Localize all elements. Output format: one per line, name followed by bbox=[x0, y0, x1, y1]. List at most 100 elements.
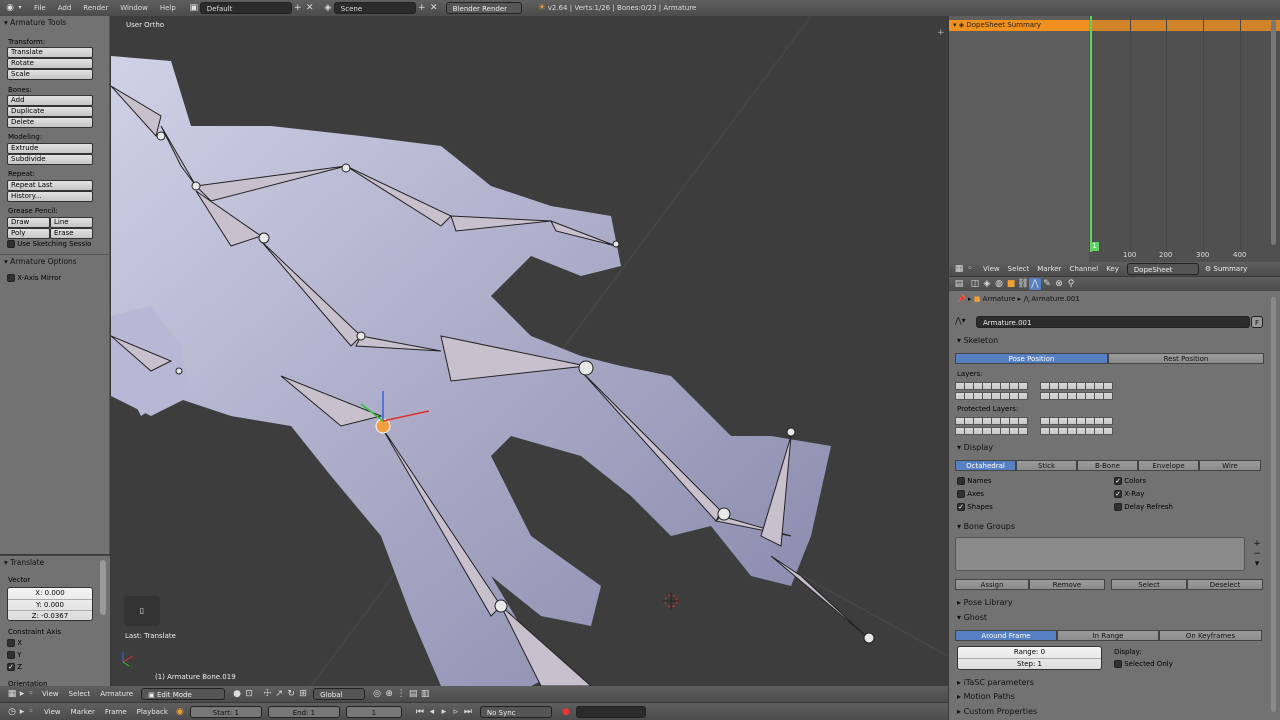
protected-layers-grid[interactable] bbox=[955, 417, 1113, 437]
properties-scrollbar[interactable] bbox=[1271, 297, 1276, 712]
collapse-timeline-icon[interactable]: ▸ bbox=[18, 706, 26, 718]
constraint-x[interactable]: X bbox=[7, 639, 22, 647]
rest-position-button[interactable]: Rest Position bbox=[1108, 353, 1264, 364]
translate-panel-title[interactable]: ▾ Translate bbox=[4, 558, 44, 567]
around-frame-button[interactable]: Around Frame bbox=[955, 630, 1057, 641]
record-icon[interactable]: ● bbox=[560, 706, 572, 718]
summary-channel[interactable]: ▾ ◈ DopeSheet Summary bbox=[949, 20, 1089, 31]
custom-properties-panel-header[interactable]: ▸ Custom Properties bbox=[957, 707, 1037, 716]
render-engine-select[interactable]: Blender Render bbox=[445, 2, 522, 14]
dopesheet-toggle-icon[interactable]: ◦ bbox=[965, 263, 975, 275]
colors-option[interactable]: ✓ Colors bbox=[1114, 477, 1146, 485]
start-frame-field[interactable]: Start: 1 bbox=[189, 705, 262, 718]
repeat-last-button[interactable]: Repeat Last bbox=[7, 180, 93, 191]
stick-button[interactable]: Stick bbox=[1016, 460, 1077, 471]
fake-user-button[interactable]: F bbox=[1251, 316, 1263, 328]
bone-groups-list[interactable] bbox=[955, 537, 1245, 571]
history-button[interactable]: History... bbox=[7, 191, 93, 202]
dopesheet-area[interactable]: ▾ ◈ DopeSheet Summary 1 100 200 300 400 bbox=[949, 16, 1280, 262]
sketching-checkbox[interactable] bbox=[7, 240, 15, 248]
timeline-marker-menu[interactable]: Marker bbox=[71, 708, 95, 716]
sketching-option[interactable]: Use Sketching Sessio bbox=[7, 240, 91, 248]
remove-scene-icon[interactable]: ✕ bbox=[428, 2, 440, 14]
dopesheet-editor-icon[interactable]: ▦ bbox=[953, 263, 965, 275]
extrude-button[interactable]: Extrude bbox=[7, 143, 93, 154]
pose-position-button[interactable]: Pose Position bbox=[955, 353, 1108, 364]
select-menu[interactable]: Select bbox=[69, 690, 91, 698]
rotate-manipulator-icon[interactable]: ↻ bbox=[285, 688, 297, 700]
editor-type-icon[interactable]: ▦ bbox=[6, 688, 18, 700]
constraints-tab-icon[interactable]: ⛓ bbox=[1017, 278, 1029, 290]
itasc-panel-header[interactable]: ▸ iTaSC parameters bbox=[957, 678, 1034, 687]
timeline-view-menu[interactable]: View bbox=[44, 708, 61, 716]
ghost-range-field[interactable]: Range: 0 bbox=[958, 647, 1101, 658]
end-frame-field[interactable]: End: 1 bbox=[267, 705, 340, 718]
add-screen-icon[interactable]: + bbox=[292, 2, 304, 14]
menu-file[interactable]: File bbox=[28, 4, 52, 12]
x-mirror-option[interactable]: X-Axis Mirror bbox=[7, 274, 61, 282]
menu-render[interactable]: Render bbox=[77, 4, 114, 12]
remove-screen-icon[interactable]: ✕ bbox=[304, 2, 316, 14]
ds-key-menu[interactable]: Key bbox=[1106, 265, 1119, 273]
datablock-name-field[interactable]: Armature.001 bbox=[976, 316, 1250, 328]
object-tab-icon[interactable]: ■ bbox=[1005, 278, 1017, 290]
gp-line-button[interactable]: Line bbox=[50, 217, 93, 228]
viewport-canvas[interactable] bbox=[111, 16, 948, 686]
sync-select[interactable]: No Sync bbox=[479, 705, 552, 718]
dopesheet-scrollbar[interactable] bbox=[1271, 20, 1276, 245]
keying-set-field[interactable] bbox=[575, 705, 646, 718]
preview-range-icon[interactable]: ◉ bbox=[174, 706, 186, 718]
bone-layers-grid[interactable] bbox=[955, 382, 1113, 402]
translate-button[interactable]: Translate bbox=[7, 47, 93, 58]
xray-option[interactable]: ✓ X-Ray bbox=[1114, 490, 1144, 498]
bone-tab-icon[interactable]: ✎ bbox=[1041, 278, 1053, 290]
snap-icon[interactable]: ⊕ bbox=[383, 688, 395, 700]
gp-poly-button[interactable]: Poly bbox=[7, 228, 50, 239]
breadcrumb-armature[interactable]: Armature bbox=[983, 295, 1016, 303]
ds-view-menu[interactable]: View bbox=[983, 265, 1000, 273]
axes-option[interactable]: Axes bbox=[957, 490, 984, 498]
translate-manipulator-icon[interactable]: ↗ bbox=[273, 688, 285, 700]
mode-select[interactable]: ▣ Edit Mode bbox=[141, 688, 226, 700]
names-option[interactable]: Names bbox=[957, 477, 992, 485]
menu-help[interactable]: Help bbox=[154, 4, 182, 12]
bone-group-list-controls[interactable]: + − ▾ bbox=[1251, 539, 1263, 569]
timeline-toggle-icon[interactable]: ◦ bbox=[26, 706, 36, 718]
subdivide-button[interactable]: Subdivide bbox=[7, 154, 93, 165]
delay-refresh-option[interactable]: Delay Refresh bbox=[1114, 503, 1173, 511]
operator-scrollbar[interactable] bbox=[100, 560, 106, 615]
scale-manipulator-icon[interactable]: ⊞ bbox=[297, 688, 309, 700]
vector-z-field[interactable]: Z: -0.0367 bbox=[8, 610, 92, 621]
add-bone-button[interactable]: Add bbox=[7, 95, 93, 106]
armature-data-tab-icon[interactable]: ⋀ bbox=[1029, 278, 1041, 290]
timeline-playback-menu[interactable]: Playback bbox=[137, 708, 168, 716]
ds-marker-menu[interactable]: Marker bbox=[1037, 265, 1061, 273]
menu-window[interactable]: Window bbox=[114, 4, 154, 12]
ghost-panel-header[interactable]: ▾ Ghost bbox=[957, 613, 987, 622]
vector-y-field[interactable]: Y: 0.000 bbox=[8, 599, 92, 610]
bone-constraints-tab-icon[interactable]: ⊗ bbox=[1053, 278, 1065, 290]
motion-paths-panel-header[interactable]: ▸ Motion Paths bbox=[957, 692, 1015, 701]
constraint-y[interactable]: Y bbox=[7, 651, 22, 659]
ghost-step-field[interactable]: Step: 1 bbox=[958, 658, 1101, 669]
xray-checkbox[interactable]: ✓ bbox=[1114, 490, 1122, 498]
armature-menu[interactable]: Armature bbox=[100, 690, 133, 698]
add-scene-icon[interactable]: + bbox=[416, 2, 428, 14]
constraint-x-checkbox[interactable] bbox=[7, 639, 15, 647]
wire-button[interactable]: Wire bbox=[1199, 460, 1261, 471]
current-frame-field[interactable]: 1 bbox=[345, 705, 402, 718]
prev-key-icon[interactable]: ◂ bbox=[426, 706, 438, 718]
selected-joint[interactable] bbox=[375, 418, 391, 434]
shapes-checkbox[interactable]: ✓ bbox=[957, 503, 965, 511]
scene-field[interactable]: Scene bbox=[333, 2, 416, 14]
selected-only-option[interactable]: Selected Only bbox=[1114, 660, 1173, 668]
physics-tab-icon[interactable]: ⚲ bbox=[1065, 278, 1077, 290]
view-menu[interactable]: View bbox=[42, 690, 59, 698]
display-panel-header[interactable]: ▾ Display bbox=[957, 443, 993, 452]
colors-checkbox[interactable]: ✓ bbox=[1114, 477, 1122, 485]
bone-groups-panel-header[interactable]: ▾ Bone Groups bbox=[957, 522, 1015, 531]
assign-button[interactable]: Assign bbox=[955, 579, 1029, 590]
jump-end-icon[interactable]: ⏭ bbox=[462, 706, 474, 718]
pose-library-panel-header[interactable]: ▸ Pose Library bbox=[957, 598, 1013, 607]
play-icon[interactable]: ▸ bbox=[438, 706, 450, 718]
